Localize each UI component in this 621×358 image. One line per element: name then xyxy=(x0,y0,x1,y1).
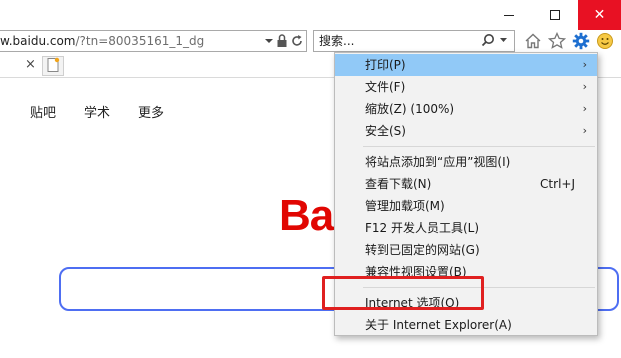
menu-item-label: F12 开发人员工具(L) xyxy=(365,221,480,235)
nav-link-tieba[interactable]: 贴吧 xyxy=(30,102,56,121)
search-box[interactable] xyxy=(313,30,515,52)
menu-item-about-ie[interactable]: 关于 Internet Explorer(A) xyxy=(335,314,597,336)
nav-link-more[interactable]: 更多 xyxy=(138,102,164,121)
smiley-feedback-icon[interactable] xyxy=(595,31,615,51)
menu-item-manage-addons[interactable]: 管理加载项(M) xyxy=(335,195,597,217)
submenu-arrow-icon: › xyxy=(582,80,587,93)
menu-item-label: 缩放(Z) (100%) xyxy=(365,102,455,116)
favorites-star-icon[interactable] xyxy=(547,31,567,51)
minimize-icon xyxy=(504,14,514,16)
search-icon xyxy=(481,33,495,50)
new-tab-icon xyxy=(46,57,60,76)
url-path: /?tn=80035161_1_dg xyxy=(75,34,205,48)
address-url[interactable]: w.baidu.com/?tn=80035161_1_dg xyxy=(0,34,204,48)
menu-item-label: 安全(S) xyxy=(365,124,406,138)
close-button[interactable]: ✕ xyxy=(578,0,621,30)
dropdown-arrow-icon[interactable] xyxy=(264,32,274,50)
menu-item-zoom[interactable]: 缩放(Z) (100%) › xyxy=(335,98,597,120)
search-input[interactable] xyxy=(314,31,474,51)
menu-item-view-downloads[interactable]: 查看下载(N) Ctrl+J xyxy=(335,173,597,195)
lock-icon[interactable] xyxy=(276,32,288,50)
nav-link-xueshu[interactable]: 学术 xyxy=(84,102,110,121)
menu-item-label: 转到已固定的网站(G) xyxy=(365,243,480,257)
menu-item-label: 打印(P) xyxy=(365,58,406,72)
menu-item-safety[interactable]: 安全(S) › xyxy=(335,120,597,142)
address-bar[interactable]: w.baidu.com/?tn=80035161_1_dg xyxy=(0,30,307,52)
tab-close-icon[interactable]: × xyxy=(25,57,36,72)
menu-item-label: 文件(F) xyxy=(365,80,406,94)
new-tab-button[interactable] xyxy=(42,56,64,76)
home-icon[interactable] xyxy=(523,31,543,51)
tools-gear-icon[interactable] xyxy=(571,31,591,51)
close-icon: ✕ xyxy=(593,7,606,23)
submenu-arrow-icon: › xyxy=(582,124,587,137)
menu-item-file[interactable]: 文件(F) › xyxy=(335,76,597,98)
refresh-icon[interactable] xyxy=(290,32,304,50)
menu-item-print[interactable]: 打印(P) › xyxy=(335,54,597,76)
menu-item-label: 管理加载项(M) xyxy=(365,199,445,213)
menu-shortcut: Ctrl+J xyxy=(540,177,575,191)
submenu-arrow-icon: › xyxy=(582,102,587,115)
title-bar: ✕ xyxy=(0,0,621,30)
menu-item-f12-devtools[interactable]: F12 开发人员工具(L) xyxy=(335,217,597,239)
menu-item-pinned-sites[interactable]: 转到已固定的网站(G) xyxy=(335,239,597,261)
minimize-button[interactable] xyxy=(486,0,532,30)
menu-separator xyxy=(363,146,595,147)
search-dropdown-icon xyxy=(499,33,508,50)
menu-item-add-to-apps[interactable]: 将站点添加到“应用”视图(I) xyxy=(335,151,597,173)
menu-item-label: 查看下载(N) xyxy=(365,177,432,191)
search-button[interactable] xyxy=(474,32,514,50)
menu-item-label: 将站点添加到“应用”视图(I) xyxy=(365,155,511,169)
url-host: w.baidu.com xyxy=(0,34,76,48)
submenu-arrow-icon: › xyxy=(582,58,587,71)
top-nav: 贴吧 学术 更多 xyxy=(30,102,164,121)
maximize-icon xyxy=(550,10,560,20)
menu-item-label: 关于 Internet Explorer(A) xyxy=(365,318,512,332)
navigation-bar: w.baidu.com/?tn=80035161_1_dg xyxy=(0,30,621,52)
annotation-highlight-box xyxy=(322,276,484,310)
maximize-button[interactable] xyxy=(532,0,578,30)
